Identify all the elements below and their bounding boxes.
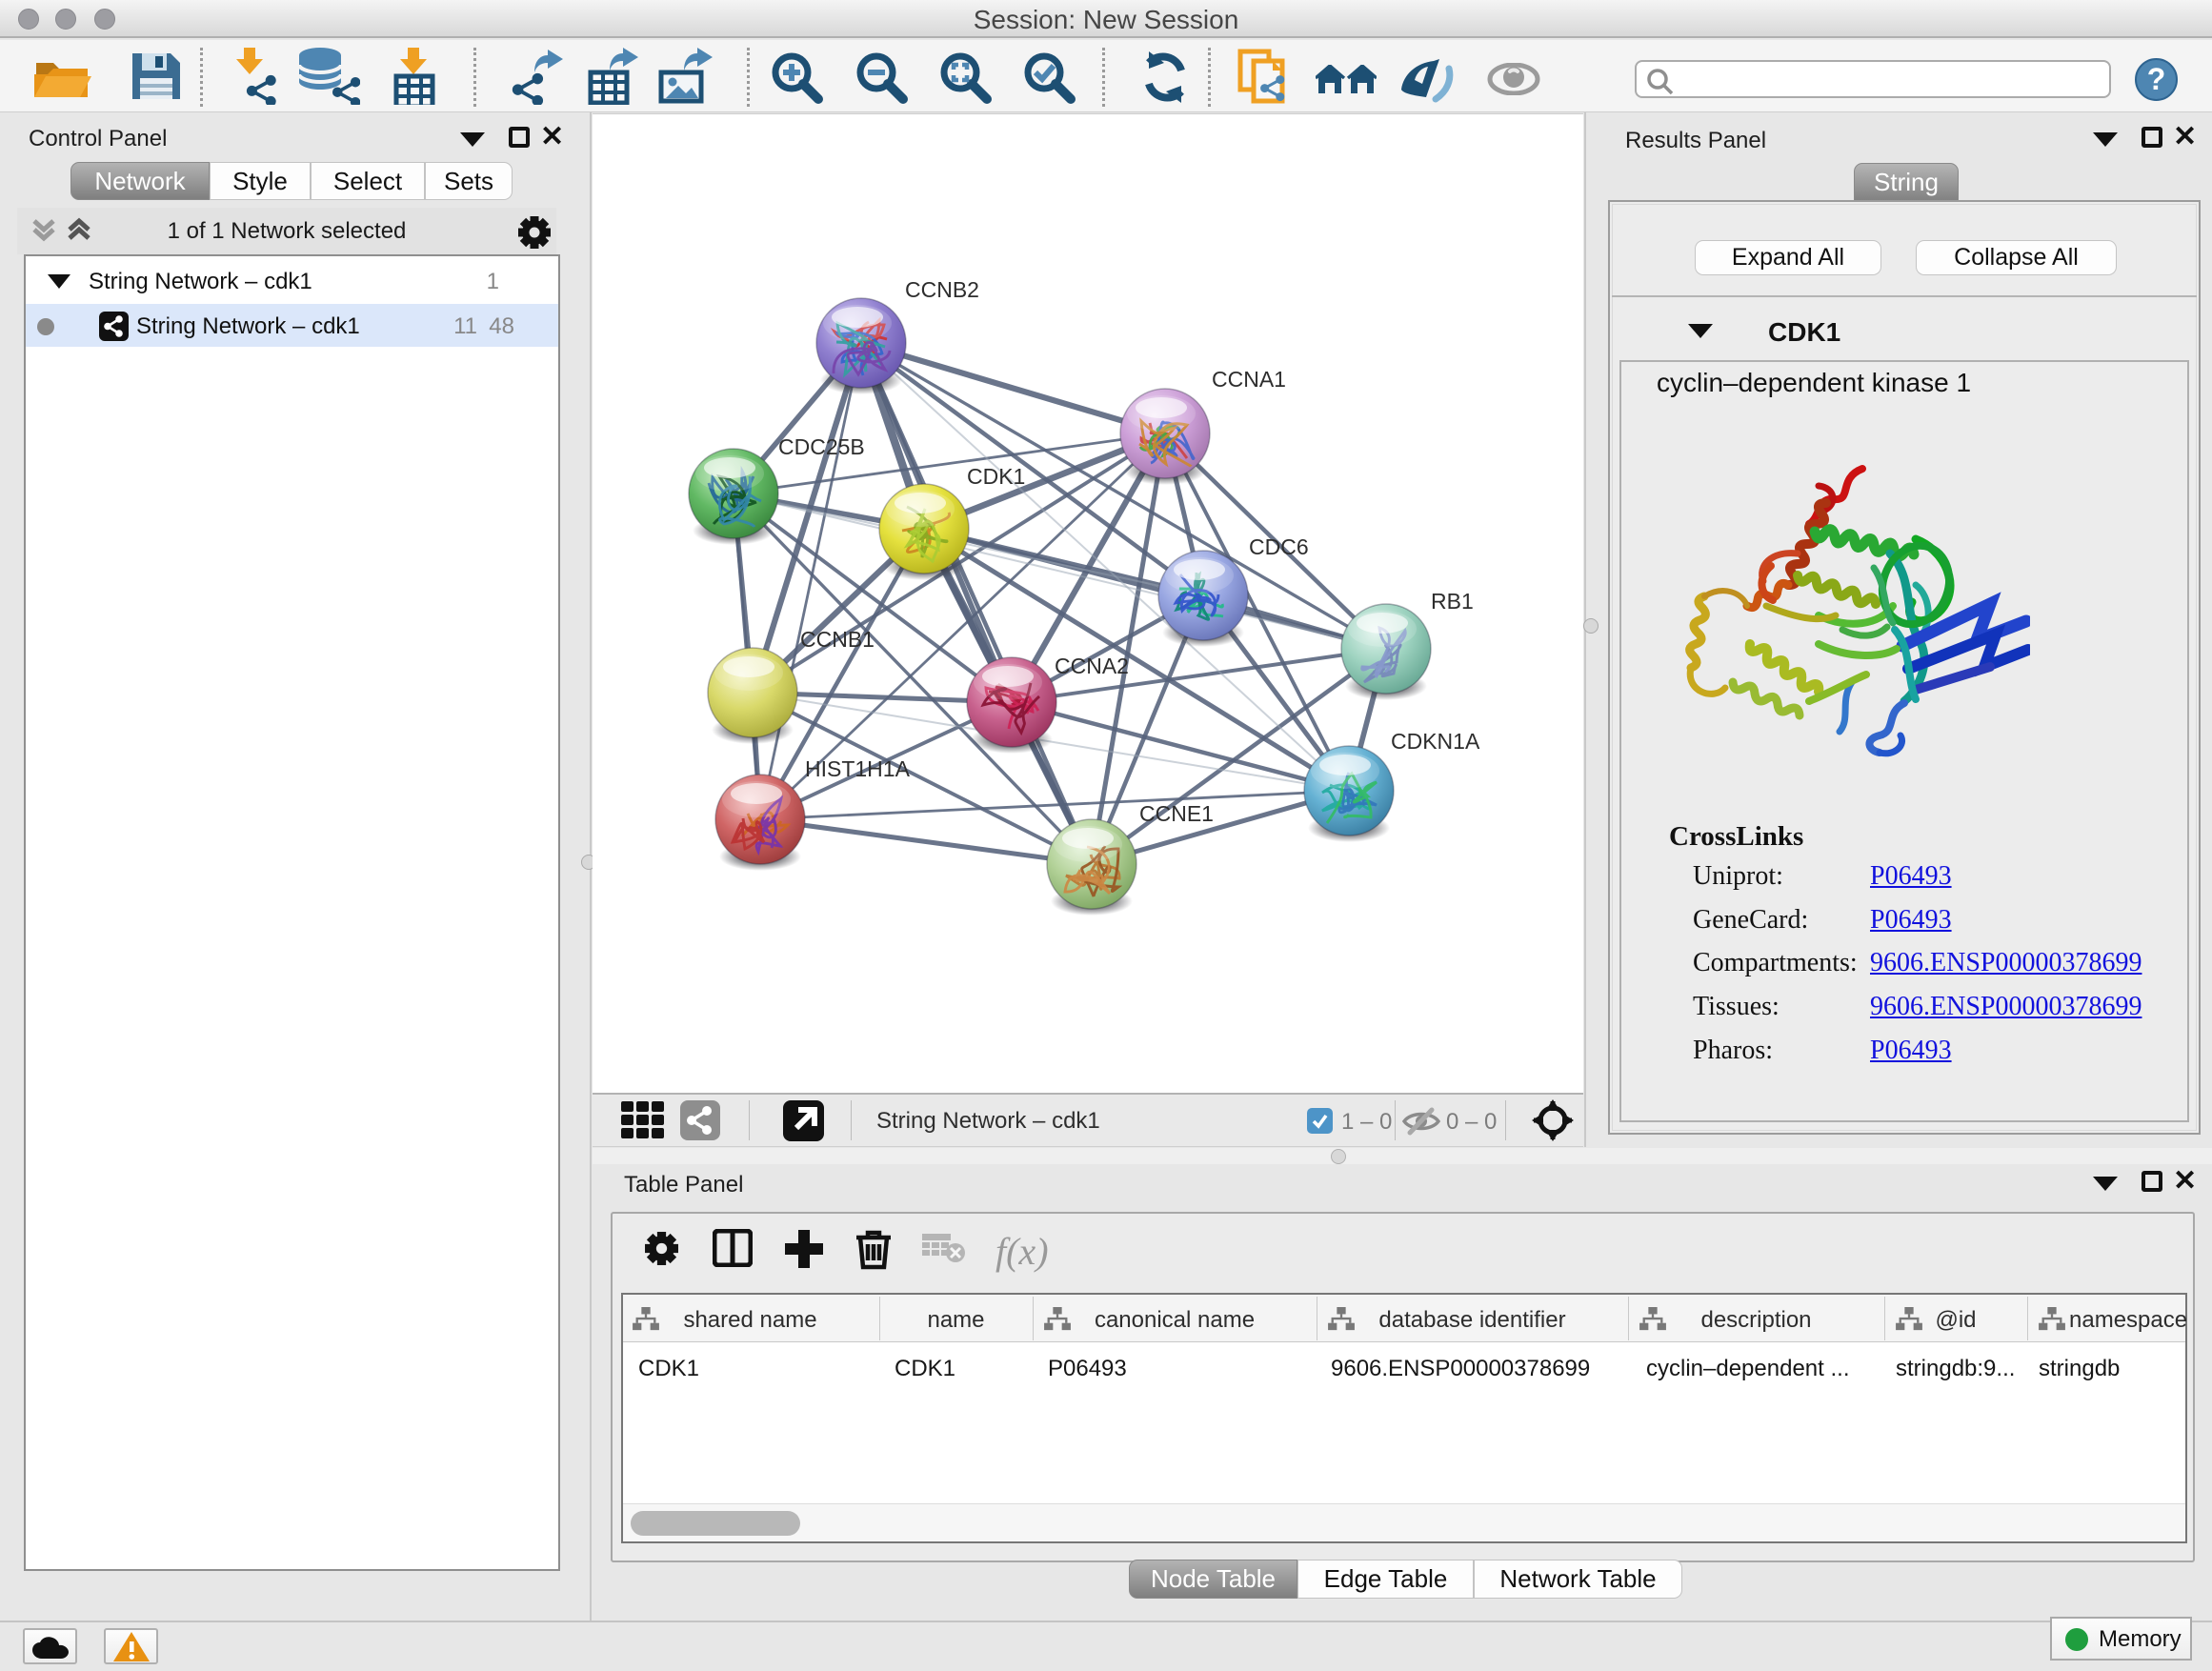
svg-text:CDKN1A: CDKN1A xyxy=(1391,729,1480,754)
svg-text:CCNB1: CCNB1 xyxy=(800,627,875,652)
svg-text:CCNB2: CCNB2 xyxy=(905,277,979,302)
svg-text:CDK1: CDK1 xyxy=(967,464,1025,489)
svg-text:CDC25B: CDC25B xyxy=(778,434,865,459)
svg-text:RB1: RB1 xyxy=(1431,589,1474,614)
svg-text:CCNA2: CCNA2 xyxy=(1055,654,1129,678)
svg-text:CCNA1: CCNA1 xyxy=(1212,367,1286,392)
svg-text:CDC6: CDC6 xyxy=(1249,534,1309,559)
svg-text:CCNE1: CCNE1 xyxy=(1139,801,1214,826)
svg-text:HIST1H1A: HIST1H1A xyxy=(805,756,911,781)
